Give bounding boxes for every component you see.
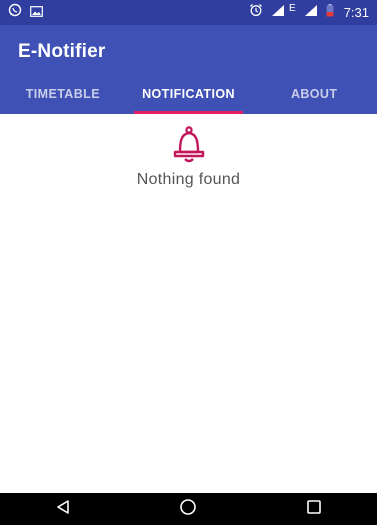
app-bar: E-Notifier TIMETABLE NOTIFICATION ABOUT [0, 25, 377, 114]
notification-content: Nothing found [0, 114, 377, 493]
signal-icon-2 [304, 4, 318, 22]
status-time: 7:31 [343, 5, 369, 20]
app-title: E-Notifier [18, 41, 106, 62]
empty-state-message: Nothing found [136, 171, 241, 188]
home-icon [179, 498, 197, 521]
battery-icon [326, 3, 334, 22]
tab-about[interactable]: ABOUT [251, 74, 377, 114]
back-icon [55, 499, 71, 520]
home-button[interactable] [168, 493, 208, 525]
whatsapp-icon [8, 3, 22, 22]
signal-icon [271, 4, 285, 22]
tab-timetable[interactable]: TIMETABLE [0, 74, 126, 114]
tab-bar: TIMETABLE NOTIFICATION ABOUT [0, 74, 377, 114]
status-bar: E 7:31 [0, 0, 377, 25]
image-icon [30, 4, 43, 22]
status-left [8, 3, 43, 22]
empty-state: Nothing found [0, 126, 377, 189]
back-button[interactable] [43, 493, 83, 525]
alarm-icon [249, 3, 263, 22]
status-right: E 7:31 [249, 3, 369, 22]
recents-button[interactable] [294, 493, 334, 525]
tab-notification[interactable]: NOTIFICATION [126, 74, 252, 114]
recents-icon [306, 499, 322, 520]
system-nav-bar [0, 493, 377, 525]
network-type-label: E [289, 3, 296, 14]
bell-icon [171, 126, 207, 169]
